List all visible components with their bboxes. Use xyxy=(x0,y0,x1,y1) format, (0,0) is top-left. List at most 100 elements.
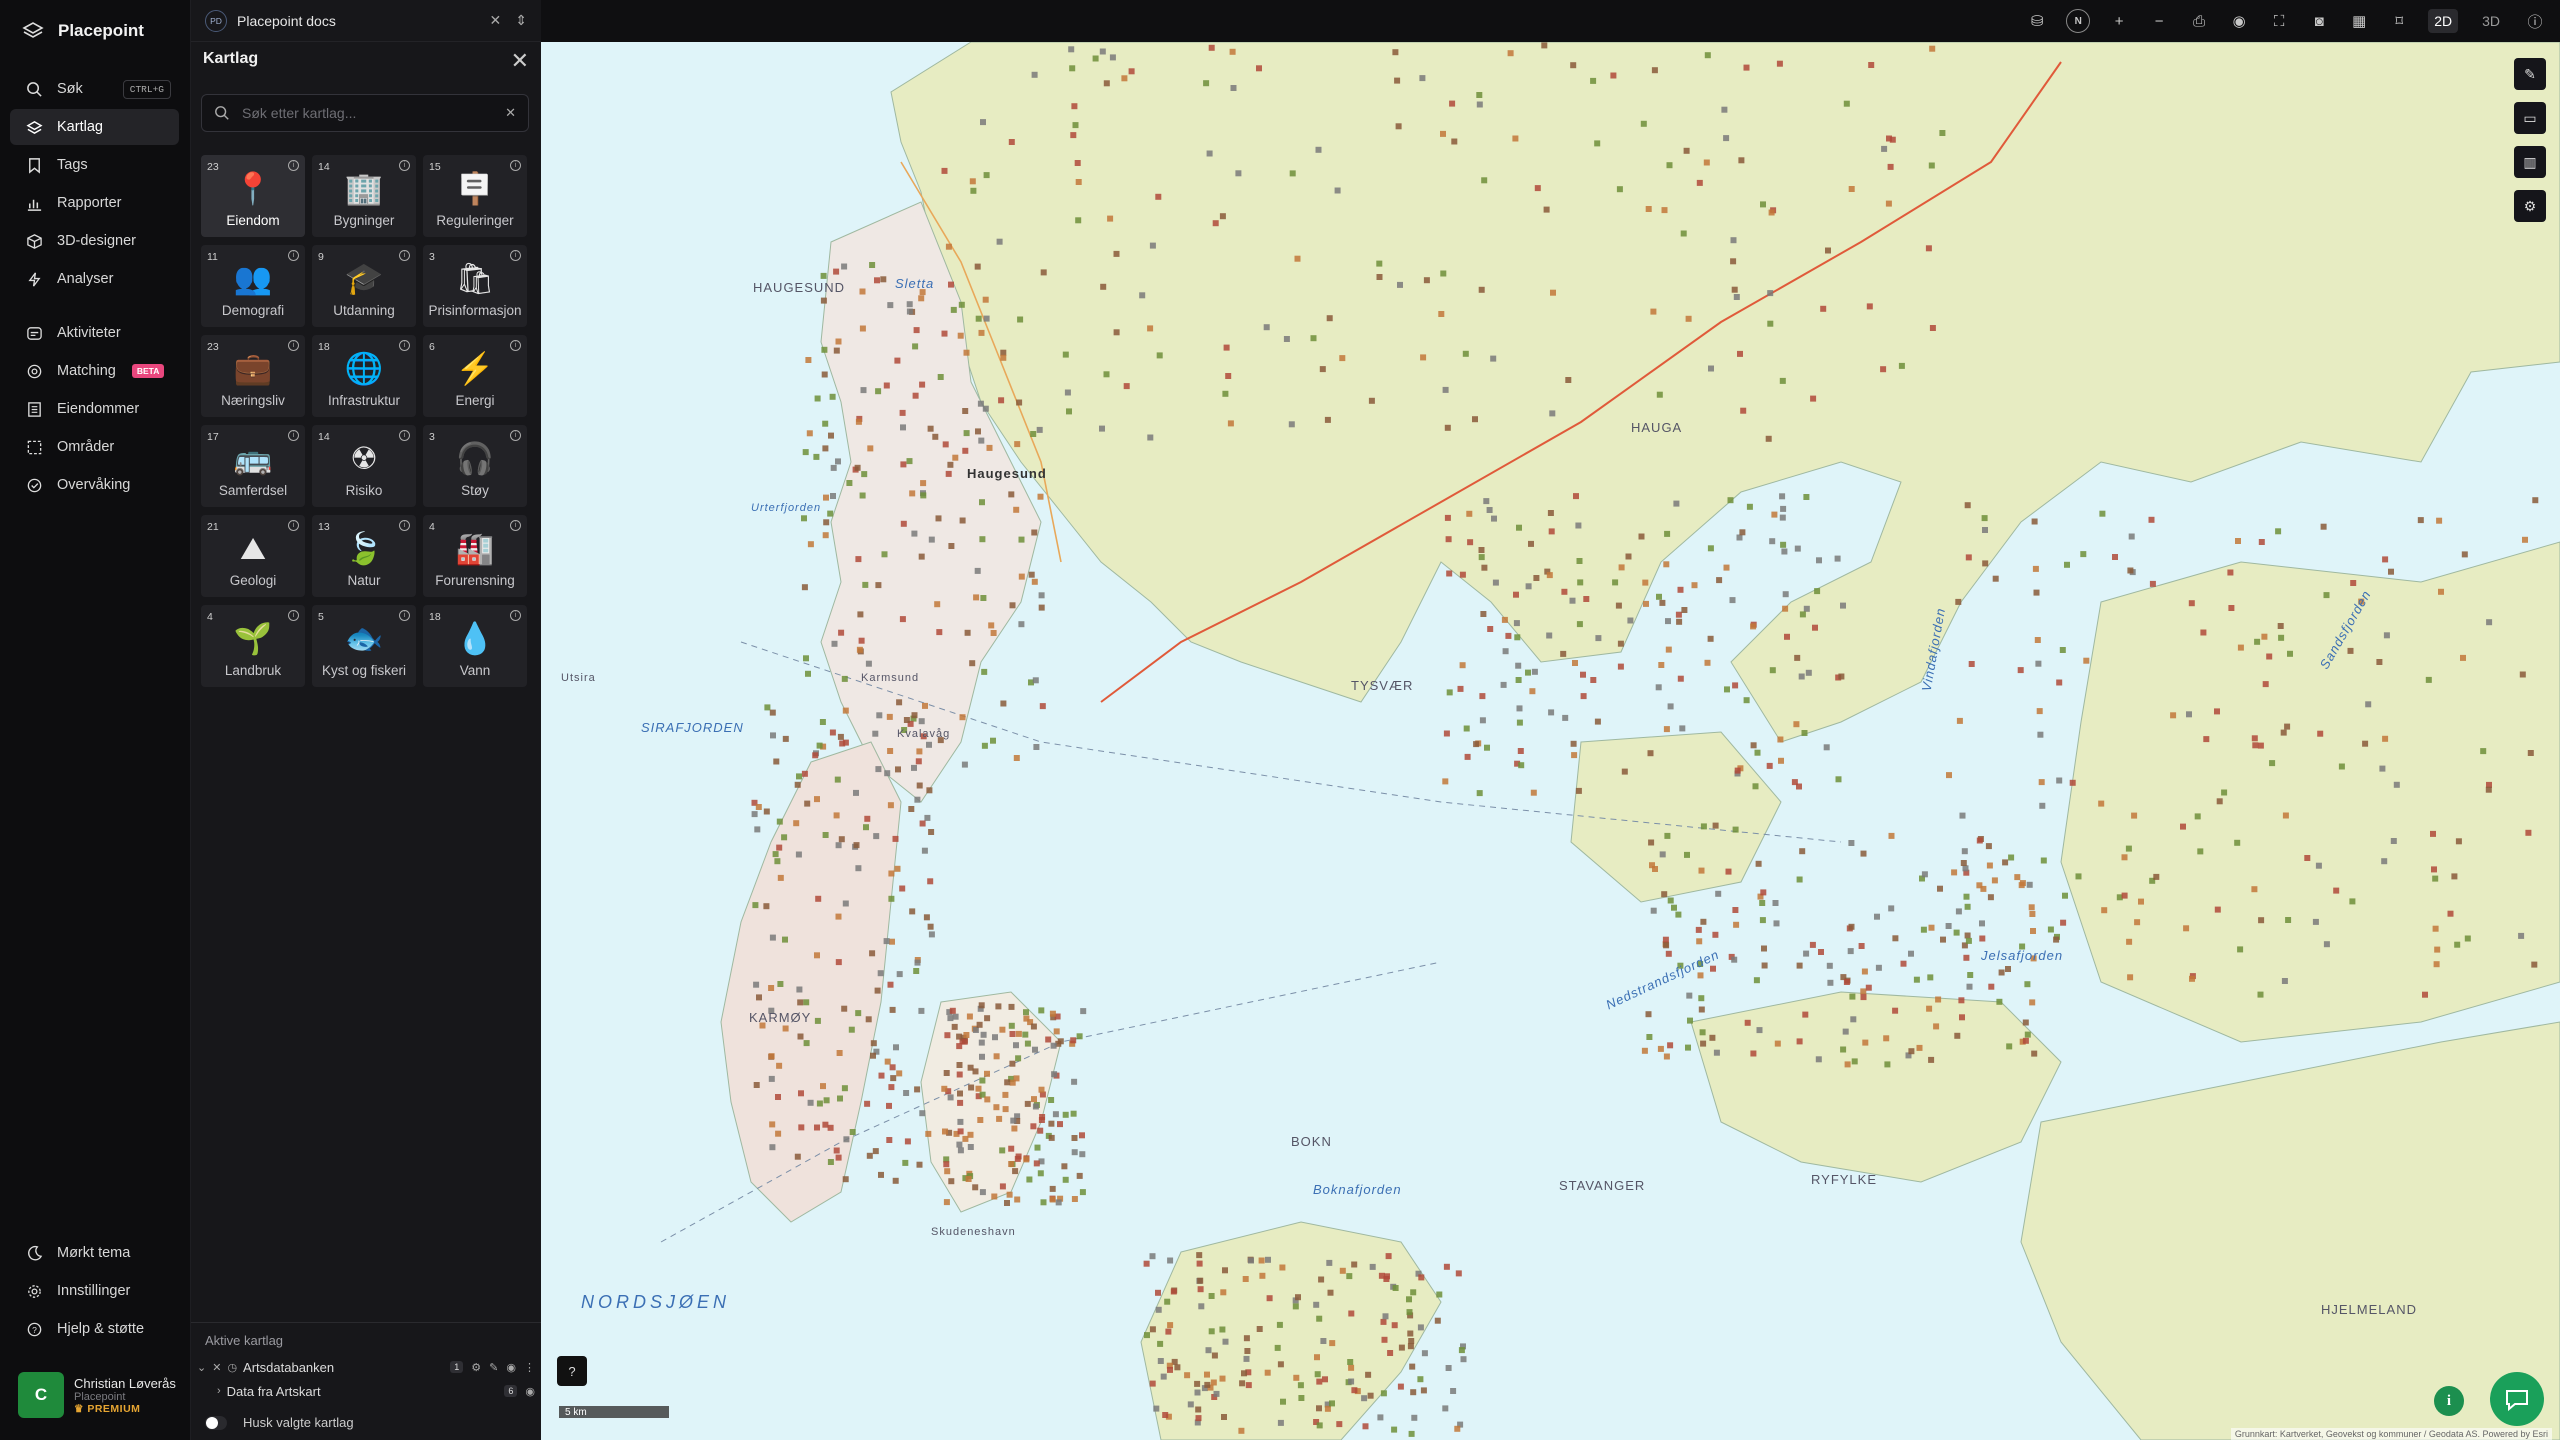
observation-marker[interactable] xyxy=(926,741,932,748)
draw-tool-icon[interactable]: ✎ xyxy=(2514,58,2546,90)
observation-marker[interactable] xyxy=(1164,1298,1171,1305)
observation-marker[interactable] xyxy=(969,178,976,185)
observation-marker[interactable] xyxy=(1685,1044,1691,1051)
observation-marker[interactable] xyxy=(1721,106,1728,113)
observation-marker[interactable] xyxy=(908,806,915,812)
observation-marker[interactable] xyxy=(982,405,989,412)
observation-marker[interactable] xyxy=(1076,1172,1083,1179)
observation-marker[interactable] xyxy=(1195,1415,1202,1422)
observation-marker[interactable] xyxy=(2379,765,2386,772)
observation-marker[interactable] xyxy=(1277,1361,1284,1368)
observation-marker[interactable] xyxy=(1459,662,1466,669)
observation-marker[interactable] xyxy=(1643,600,1649,607)
observation-marker[interactable] xyxy=(874,277,880,284)
observation-marker[interactable] xyxy=(1455,1270,1462,1277)
observation-marker[interactable] xyxy=(2234,839,2241,846)
observation-marker[interactable] xyxy=(888,1084,895,1091)
observation-marker[interactable] xyxy=(2257,991,2264,998)
observation-marker[interactable] xyxy=(1767,290,1774,297)
observation-marker[interactable] xyxy=(967,1131,974,1138)
observation-marker[interactable] xyxy=(1361,1395,1368,1402)
observation-marker[interactable] xyxy=(1776,60,1783,67)
observation-marker[interactable] xyxy=(1731,286,1738,293)
observation-marker[interactable] xyxy=(1438,311,1445,317)
observation-marker[interactable] xyxy=(814,1124,820,1131)
observation-marker[interactable] xyxy=(1928,162,1935,169)
observation-marker[interactable] xyxy=(1663,726,1670,733)
info-icon[interactable]: i xyxy=(510,160,521,171)
observation-marker[interactable] xyxy=(1676,618,1683,625)
observation-marker[interactable] xyxy=(1009,1079,1016,1086)
observation-marker[interactable] xyxy=(781,834,788,841)
observation-marker[interactable] xyxy=(894,357,901,364)
observation-marker[interactable] xyxy=(1462,350,1469,357)
observation-marker[interactable] xyxy=(1501,616,1508,623)
observation-marker[interactable] xyxy=(2486,619,2493,626)
observation-marker[interactable] xyxy=(2121,854,2128,861)
observation-marker[interactable] xyxy=(1671,904,1677,911)
observation-marker[interactable] xyxy=(2532,497,2539,504)
observation-marker[interactable] xyxy=(1920,926,1927,933)
observation-marker[interactable] xyxy=(974,263,981,270)
observation-marker[interactable] xyxy=(2338,763,2345,770)
observation-marker[interactable] xyxy=(1956,717,1963,724)
observation-marker[interactable] xyxy=(1761,962,1768,969)
observation-marker[interactable] xyxy=(1113,250,1120,257)
observation-marker[interactable] xyxy=(1026,1176,1033,1183)
observation-marker[interactable] xyxy=(1576,558,1583,564)
observation-marker[interactable] xyxy=(1155,193,1162,200)
observation-marker[interactable] xyxy=(796,773,802,780)
observation-marker[interactable] xyxy=(1525,669,1531,676)
observation-marker[interactable] xyxy=(861,471,868,478)
observation-marker[interactable] xyxy=(1752,783,1759,790)
observation-marker[interactable] xyxy=(1248,1257,1254,1264)
observation-marker[interactable] xyxy=(1411,1414,1418,1421)
observation-marker[interactable] xyxy=(913,968,920,974)
observation-marker[interactable] xyxy=(990,630,997,636)
observation-marker[interactable] xyxy=(957,1128,964,1135)
observation-marker[interactable] xyxy=(1074,160,1081,166)
observation-marker[interactable] xyxy=(2281,978,2288,984)
observation-marker[interactable] xyxy=(921,847,928,854)
observation-marker[interactable] xyxy=(1925,245,1932,252)
observation-marker[interactable] xyxy=(950,306,957,313)
observation-marker[interactable] xyxy=(1061,1163,1068,1170)
observation-marker[interactable] xyxy=(2138,898,2144,905)
observation-marker[interactable] xyxy=(842,1176,849,1183)
observation-marker[interactable] xyxy=(919,381,926,388)
observation-marker[interactable] xyxy=(1222,1267,1228,1274)
observation-marker[interactable] xyxy=(796,986,803,993)
observation-marker[interactable] xyxy=(1862,1039,1869,1046)
layer-tile-geologi[interactable]: 21 i ⛰ Geologi xyxy=(201,515,305,597)
edit-icon[interactable]: ✎ xyxy=(489,1361,498,1374)
info-icon[interactable]: i xyxy=(288,250,299,261)
print-icon[interactable]: ⎙ xyxy=(2188,10,2210,32)
observation-marker[interactable] xyxy=(1037,493,1044,500)
observation-marker[interactable] xyxy=(1530,789,1537,796)
observation-marker[interactable] xyxy=(1590,77,1597,84)
observation-marker[interactable] xyxy=(858,637,865,644)
observation-marker[interactable] xyxy=(1263,324,1270,331)
observation-marker[interactable] xyxy=(998,397,1005,404)
observation-marker[interactable] xyxy=(1314,1371,1321,1378)
observation-marker[interactable] xyxy=(1965,937,1972,944)
observation-marker[interactable] xyxy=(914,1086,921,1093)
observation-marker[interactable] xyxy=(814,1017,821,1024)
observation-marker[interactable] xyxy=(2251,886,2258,893)
observation-marker[interactable] xyxy=(835,842,842,849)
observation-marker[interactable] xyxy=(911,530,918,537)
observation-marker[interactable] xyxy=(1149,1380,1156,1387)
nav-item-3d-designer[interactable]: 3D-designer xyxy=(10,223,179,259)
observation-marker[interactable] xyxy=(911,764,917,771)
observation-marker[interactable] xyxy=(1659,851,1666,858)
observation-marker[interactable] xyxy=(982,296,989,303)
user-profile[interactable]: C Christian Løverås Placepoint ♛ PREMIUM xyxy=(18,1372,176,1418)
observation-marker[interactable] xyxy=(2047,926,2054,933)
observation-marker[interactable] xyxy=(2278,634,2285,641)
observation-marker[interactable] xyxy=(1848,840,1855,846)
observation-marker[interactable] xyxy=(1099,48,1106,55)
observation-marker[interactable] xyxy=(1016,399,1023,406)
observation-marker[interactable] xyxy=(1617,663,1624,670)
observation-marker[interactable] xyxy=(1642,579,1649,586)
chevron-right-icon[interactable]: › xyxy=(217,1385,221,1397)
